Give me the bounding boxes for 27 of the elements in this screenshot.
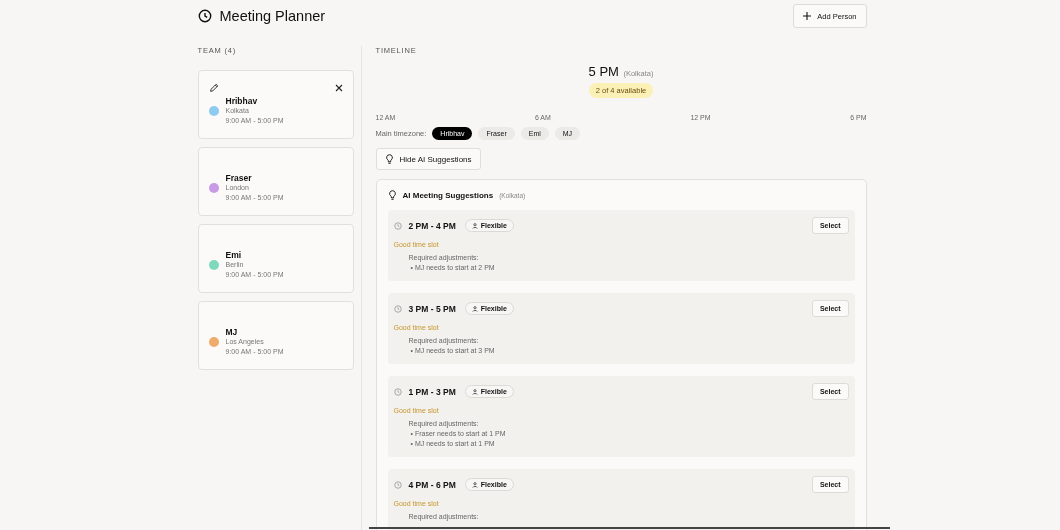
member-name: MJ bbox=[225, 327, 239, 337]
clock-icon bbox=[393, 387, 402, 396]
time-range: 2 PM - 4 PM bbox=[408, 220, 456, 231]
hide-suggestions-button[interactable]: Hide AI Suggestions bbox=[375, 148, 481, 170]
lightbulb-icon bbox=[387, 190, 397, 200]
plus-icon bbox=[803, 12, 812, 20]
scrollbar[interactable] bbox=[369, 527, 890, 529]
time-range: 4 PM - 6 PM bbox=[408, 479, 456, 490]
panel-title: AI Meeting Suggestions bbox=[402, 190, 494, 200]
person-icon bbox=[471, 222, 478, 229]
edit-icon[interactable] bbox=[208, 82, 219, 93]
clock-icon bbox=[393, 221, 402, 230]
person-icon bbox=[471, 388, 478, 395]
clock-icon bbox=[393, 304, 402, 313]
lightbulb-icon bbox=[384, 154, 394, 164]
member-name: Emi bbox=[225, 250, 243, 260]
clock-icon bbox=[393, 480, 402, 489]
time-range: 3 PM - 5 PM bbox=[408, 303, 456, 314]
member-name: Fraser bbox=[225, 173, 253, 183]
clock-icon bbox=[197, 9, 212, 23]
person-icon bbox=[471, 481, 478, 488]
time-range: 1 PM - 3 PM bbox=[408, 386, 456, 397]
person-icon bbox=[471, 305, 478, 312]
app-title: Meeting Planner bbox=[219, 8, 326, 24]
member-name: Hribhav bbox=[225, 96, 259, 106]
current-time: 5 PM bbox=[588, 64, 619, 79]
close-icon[interactable] bbox=[334, 83, 343, 92]
